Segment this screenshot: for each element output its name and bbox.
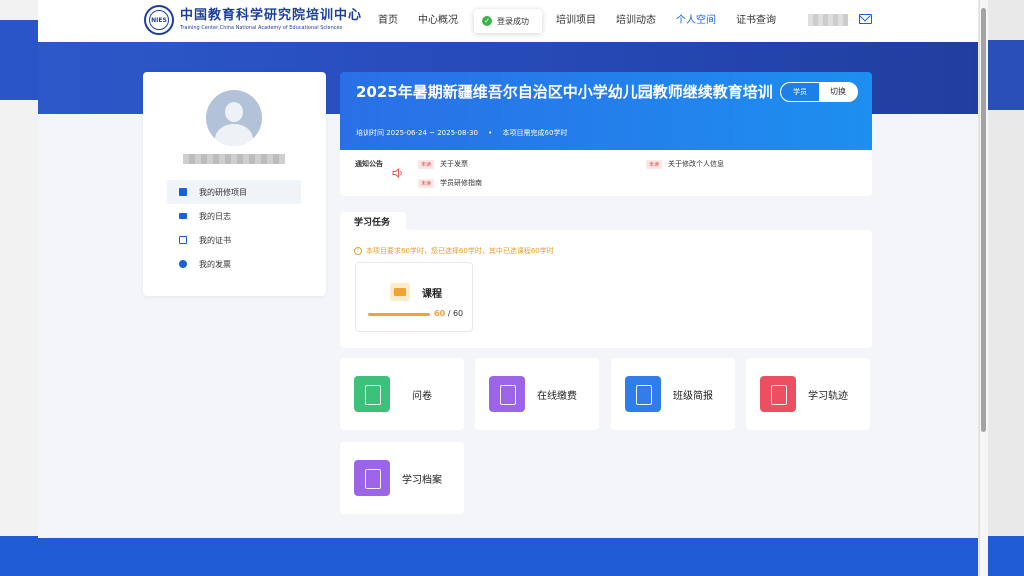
project-title: 2025年暑期新疆维吾尔自治区中小学幼儿园教师继续教育培训: [356, 83, 773, 101]
info-icon: i: [354, 247, 362, 255]
notice-item-personal-info[interactable]: 未读 关于修改个人信息: [646, 159, 724, 169]
nav-item-about[interactable]: 中心概况: [418, 0, 458, 42]
bulletin-icon: [625, 376, 661, 412]
left-margin-footer: [0, 536, 38, 576]
profile-name-redacted: [183, 154, 285, 164]
role-switch[interactable]: 学员 切换: [780, 82, 858, 102]
tile-learning-archive[interactable]: 学习档案: [340, 442, 464, 514]
toast-text: 登录成功: [497, 16, 529, 26]
tile-label: 学习轨迹: [808, 390, 848, 402]
nav-item-news[interactable]: 培训动态: [616, 0, 656, 42]
tasks-tip-text: 本项目要求60学时，您已选择60学时，其中已选课程60学时: [366, 247, 554, 255]
project-icon: [179, 188, 187, 196]
course-progress-fill: [368, 313, 430, 316]
user-name-redacted[interactable]: [808, 14, 848, 26]
logo-title: 中国教育科学研究院培训中心: [180, 8, 363, 23]
profile-menu: 我的研修项目 我的日志 我的证书 我的发票: [167, 180, 301, 276]
avatar[interactable]: [206, 90, 262, 146]
nav-item-home[interactable]: 首页: [378, 0, 398, 42]
tile-online-payment[interactable]: 在线缴费: [475, 358, 599, 430]
sidebar-item-label: 我的证书: [199, 235, 231, 245]
invoice-icon: [179, 260, 187, 268]
logo-subtitle: Training Center,China National Academy o…: [180, 25, 343, 31]
sidebar-item-my-projects[interactable]: 我的研修项目: [167, 180, 301, 204]
tile-label: 问卷: [412, 390, 432, 402]
tab-learning-tasks[interactable]: 学习任务: [340, 212, 406, 232]
sidebar-item-label: 我的研修项目: [199, 187, 247, 197]
right-margin-band: [988, 40, 1024, 110]
notice-item-invoice[interactable]: 未读 关于发票: [418, 159, 468, 169]
mail-icon[interactable]: [859, 14, 872, 24]
course-total: 60: [452, 309, 464, 318]
archive-icon: [354, 460, 390, 496]
log-icon: [179, 213, 187, 219]
main-nav: 首页 中心概况 培训项目 培训动态 个人空间 证书查询: [378, 0, 796, 42]
header: NIES 中国教育科学研究院培训中心 Training Center,China…: [38, 0, 978, 42]
unread-badge: 未读: [646, 159, 663, 169]
right-margin-footer: [988, 536, 1024, 576]
trajectory-icon: [760, 376, 796, 412]
profile-card: 我的研修项目 我的日志 我的证书 我的发票: [143, 72, 326, 296]
logo-emblem-icon: NIES: [144, 5, 174, 35]
course-name: 课程: [422, 289, 442, 300]
sidebar-item-my-certificate[interactable]: 我的证书: [167, 228, 301, 252]
page: NIES 中国教育科学研究院培训中心 Training Center,China…: [38, 0, 978, 576]
notice-panel: 通知公告 未读 关于发票 未读 关于修改个人信息 未读 学员研修指南: [340, 150, 872, 196]
check-icon: ✓: [482, 16, 492, 26]
course-card[interactable]: 课程 60 / 60: [355, 262, 473, 332]
sidebar-item-label: 我的发票: [199, 259, 231, 269]
tasks-tip: i 本项目要求60学时，您已选择60学时，其中已选课程60学时: [354, 246, 554, 256]
unread-badge: 未读: [418, 159, 435, 169]
left-margin-band: [0, 20, 38, 100]
login-success-toast: ✓ 登录成功: [474, 9, 542, 33]
questionnaire-icon: [354, 376, 390, 412]
notice-item-text: 关于发票: [440, 160, 469, 168]
course-done: 60: [434, 309, 446, 318]
course-progress-text: 60 / 60: [434, 309, 464, 318]
tile-questionnaire[interactable]: 问卷: [340, 358, 464, 430]
tile-label: 班级简报: [673, 390, 713, 402]
nav-item-programs[interactable]: 培训项目: [556, 0, 596, 42]
speaker-icon: [392, 168, 402, 178]
role-label: 学员: [781, 83, 819, 101]
course-progress-bar: [368, 313, 430, 316]
tile-label: 在线缴费: [537, 390, 577, 402]
sidebar-item-label: 我的日志: [199, 211, 231, 221]
sidebar-item-my-log[interactable]: 我的日志: [167, 204, 301, 228]
certificate-icon: [179, 236, 187, 244]
notice-item-guide[interactable]: 未读 学员研修指南: [418, 178, 482, 188]
learning-tasks-panel: i 本项目要求60学时，您已选择60学时，其中已选课程60学时 课程 60 / …: [340, 230, 872, 348]
project-requirement: 本项目需完成60学时: [502, 129, 568, 137]
scrollbar-thumb[interactable]: [981, 8, 986, 432]
tile-class-bulletin[interactable]: 班级简报: [611, 358, 735, 430]
switch-role-button[interactable]: 切换: [819, 83, 857, 101]
unread-badge: 未读: [418, 178, 435, 188]
project-meta: 培训时间 2025-06-24 ~ 2025-08-30 • 本项目需完成60学…: [356, 129, 568, 137]
project-header: 2025年暑期新疆维吾尔自治区中小学幼儿园教师继续教育培训 培训时间 2025-…: [340, 72, 872, 150]
nav-item-certificate-query[interactable]: 证书查询: [736, 0, 776, 42]
project-period: 培训时间 2025-06-24 ~ 2025-08-30: [356, 129, 478, 137]
sidebar-item-my-invoice[interactable]: 我的发票: [167, 252, 301, 276]
payment-icon: [489, 376, 525, 412]
tile-label: 学习档案: [402, 474, 442, 486]
book-icon: [390, 283, 410, 301]
notice-item-text: 学员研修指南: [440, 179, 483, 187]
notice-item-text: 关于修改个人信息: [668, 160, 725, 168]
footer: [38, 538, 978, 576]
notice-label: 通知公告: [355, 160, 383, 168]
tile-learning-trajectory[interactable]: 学习轨迹: [746, 358, 870, 430]
logo[interactable]: NIES 中国教育科学研究院培训中心 Training Center,China…: [144, 5, 362, 35]
nav-item-personal-space[interactable]: 个人空间: [676, 0, 716, 42]
